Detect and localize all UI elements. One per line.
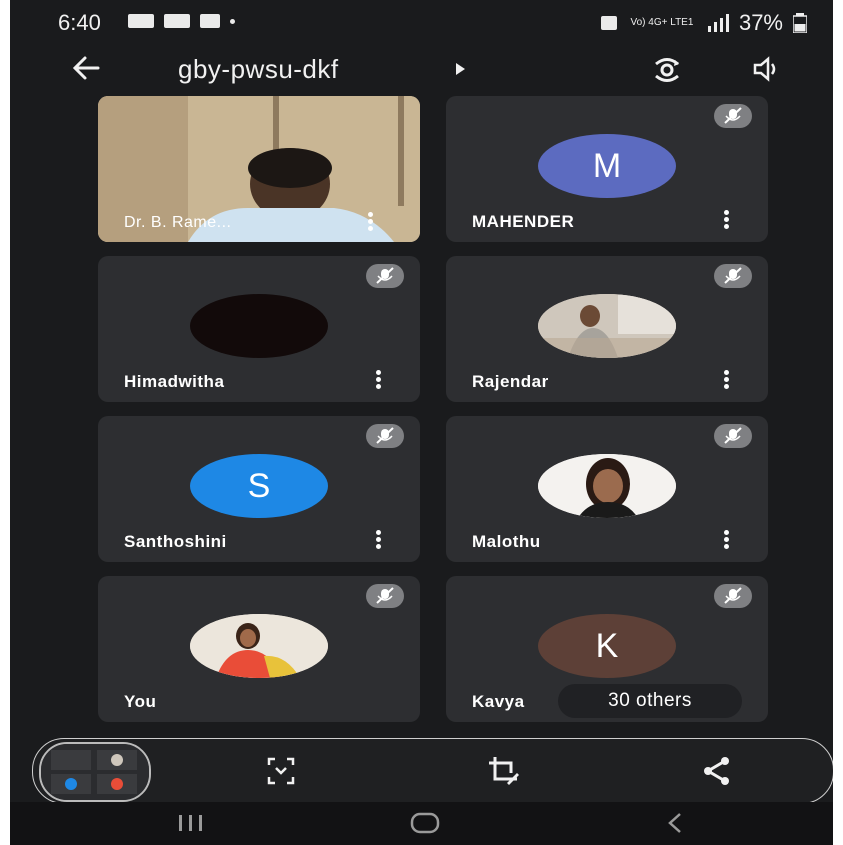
- mail-icon: [128, 14, 154, 28]
- recent-apps-icon[interactable]: [174, 810, 208, 836]
- alarm-icon: [600, 16, 617, 30]
- participant-tile[interactable]: M MAHENDER: [446, 96, 768, 242]
- more-vert-icon[interactable]: [724, 530, 730, 550]
- system-nav-bar: [10, 802, 833, 845]
- participant-name: Kavya: [472, 692, 525, 711]
- more-vert-icon[interactable]: [376, 530, 382, 550]
- status-right: Vo) 4G+ LTE1 37%: [600, 10, 807, 36]
- screenshot-toolbar: [32, 738, 833, 804]
- avatar: M: [538, 134, 676, 198]
- mic-off-icon: [714, 104, 752, 128]
- mic-off-icon: [714, 424, 752, 448]
- battery-percent: 37%: [738, 10, 783, 35]
- home-icon[interactable]: [408, 810, 444, 836]
- participant-tile[interactable]: Rajendar: [446, 256, 768, 402]
- crop-edit-icon[interactable]: [485, 753, 521, 789]
- more-vert-icon[interactable]: [724, 210, 730, 230]
- mic-off-icon: [714, 584, 752, 608]
- mic-off-icon: [366, 584, 404, 608]
- avatar: [538, 294, 676, 358]
- participant-name: Rajendar: [472, 372, 549, 391]
- network-type: Vo) 4G+ LTE1: [630, 17, 694, 28]
- video-notification-icon: [164, 14, 190, 28]
- participant-name: Dr. B. Rame...: [124, 214, 232, 231]
- notification-icons: [128, 14, 235, 28]
- mic-off-icon: [366, 424, 404, 448]
- status-time: 6:40: [58, 10, 101, 35]
- participant-name: You: [124, 692, 157, 711]
- avatar: S: [190, 454, 328, 518]
- participant-name: Santhoshini: [124, 532, 227, 551]
- participant-tile[interactable]: Malothu: [446, 416, 768, 562]
- chevron-right-icon[interactable]: [456, 63, 465, 75]
- phone-screen: 6:40 Vo) 4G+ LTE1 37% gby-pwsu-dkf Dr. B…: [10, 0, 833, 845]
- participant-tile[interactable]: You: [98, 576, 420, 722]
- avatar-initial: M: [592, 146, 622, 185]
- avatar: [190, 614, 328, 678]
- back-arrow-icon[interactable]: [68, 52, 104, 84]
- meeting-code[interactable]: gby-pwsu-dkf: [178, 54, 339, 85]
- meeting-header: gby-pwsu-dkf: [10, 46, 833, 94]
- status-bar: 6:40 Vo) 4G+ LTE1 37%: [10, 0, 833, 46]
- participant-name: MAHENDER: [472, 212, 575, 231]
- screenshot-thumbnail[interactable]: [39, 742, 151, 802]
- mic-off-icon: [366, 264, 404, 288]
- participant-tile[interactable]: S Santhoshini: [98, 416, 420, 562]
- avatar: [538, 454, 676, 518]
- dot-icon: [230, 18, 235, 24]
- avatar-initial: K: [595, 626, 619, 665]
- share-icon[interactable]: [699, 753, 735, 789]
- more-vert-icon[interactable]: [368, 212, 374, 232]
- app-notification-icon: [200, 14, 220, 28]
- participant-name: Malothu: [472, 532, 541, 551]
- avatar: [190, 294, 328, 358]
- avatar: K: [538, 614, 676, 678]
- switch-camera-icon[interactable]: [650, 54, 684, 86]
- mic-off-icon: [714, 264, 752, 288]
- avatar-initial: S: [247, 466, 271, 505]
- others-count-chip[interactable]: 30 others: [558, 684, 742, 718]
- more-vert-icon[interactable]: [724, 370, 730, 390]
- participant-tile[interactable]: Dr. B. Rame...: [98, 96, 420, 242]
- participant-tile[interactable]: K Kavya 30 others: [446, 576, 768, 722]
- participant-tile[interactable]: Himadwitha: [98, 256, 420, 402]
- battery-icon: [793, 13, 807, 33]
- back-nav-icon[interactable]: [660, 810, 690, 836]
- signal-icon: [707, 14, 729, 32]
- more-vert-icon[interactable]: [376, 370, 382, 390]
- speaker-icon[interactable]: [752, 54, 782, 84]
- expand-capture-icon[interactable]: [263, 753, 299, 789]
- participant-name: Himadwitha: [124, 372, 225, 391]
